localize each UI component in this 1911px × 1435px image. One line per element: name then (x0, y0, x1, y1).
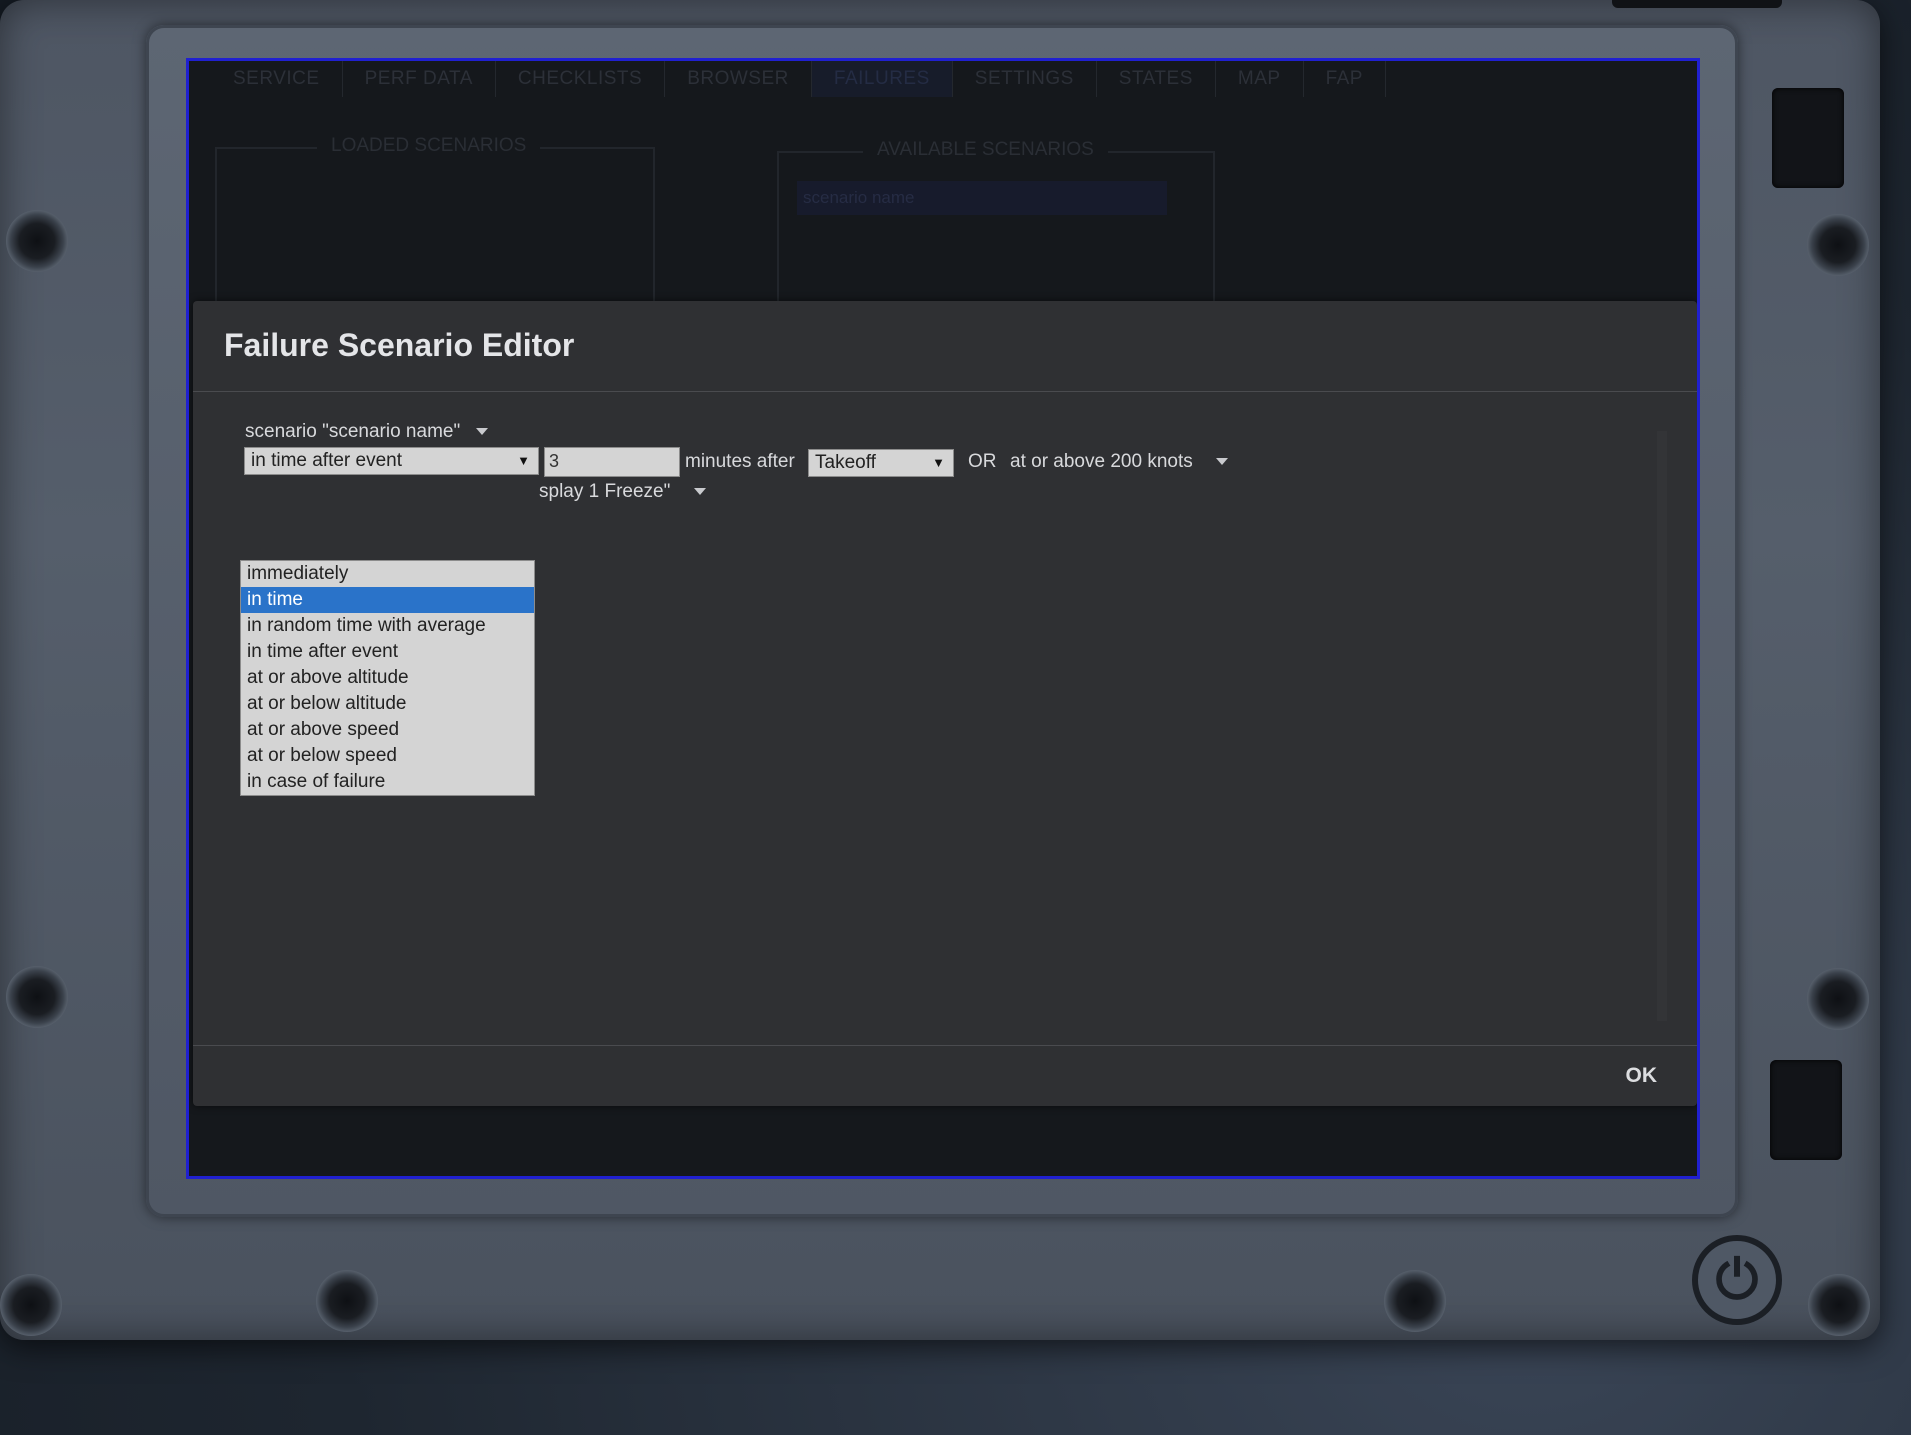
event-select-value: Takeoff (815, 452, 876, 473)
bezel-top-tab (1612, 0, 1782, 8)
dropdown-option[interactable]: at or below speed (241, 743, 534, 769)
loaded-scenarios-title: LOADED SCENARIOS (317, 135, 541, 157)
dropdown-option[interactable]: in case of failure (241, 769, 534, 795)
tab-browser[interactable]: BROWSER (665, 61, 812, 97)
tab-states[interactable]: STATES (1097, 61, 1216, 97)
screw-icon (1807, 968, 1869, 1030)
condition-select[interactable]: in time after event ▼ (244, 447, 539, 475)
top-navigation: SERVICE PERF DATA CHECKLISTS BROWSER FAI… (189, 61, 1697, 97)
ok-button[interactable]: OK (1626, 1064, 1658, 1088)
dropdown-option[interactable]: at or above speed (241, 717, 534, 743)
speed-condition[interactable]: at or above 200 knots (1010, 451, 1229, 473)
tab-settings[interactable]: SETTINGS (953, 61, 1097, 97)
caret-down-icon (1216, 458, 1229, 466)
scenario-label[interactable]: scenario "scenario name" (245, 421, 488, 443)
event-select[interactable]: Takeoff ▼ (808, 449, 954, 477)
screw-icon (1384, 1270, 1446, 1332)
screw-icon (6, 210, 68, 272)
select-arrow-icon: ▼ (517, 453, 530, 468)
power-icon[interactable]: ⏻ (1692, 1235, 1782, 1325)
bezel-slot (1772, 88, 1844, 188)
dropdown-option[interactable]: at or above altitude (241, 665, 534, 691)
caret-down-icon (475, 428, 488, 436)
speed-condition-text: at or above 200 knots (1010, 451, 1193, 472)
dialog-header: Failure Scenario Editor (193, 301, 1697, 392)
select-arrow-icon: ▼ (932, 455, 945, 470)
display-screen: SERVICE PERF DATA CHECKLISTS BROWSER FAI… (186, 58, 1700, 1179)
dialog-footer: OK (193, 1045, 1697, 1106)
tab-perf-data[interactable]: PERF DATA (343, 61, 496, 97)
tab-checklists[interactable]: CHECKLISTS (496, 61, 666, 97)
screw-icon (1807, 214, 1869, 276)
scenario-label-text: scenario "scenario name" (245, 421, 461, 442)
dropdown-option[interactable]: in random time with average (241, 613, 534, 639)
available-scenarios-title: AVAILABLE SCENARIOS (863, 139, 1108, 161)
screw-icon (1808, 1274, 1870, 1336)
dropdown-option[interactable]: in time after event (241, 639, 534, 665)
minutes-after-label: minutes after (685, 451, 795, 472)
screw-icon (0, 1274, 62, 1336)
available-scenario-item[interactable]: scenario name (797, 181, 1167, 215)
tab-service[interactable]: SERVICE (211, 61, 343, 97)
dropdown-option[interactable]: immediately (241, 561, 534, 587)
caret-down-icon (693, 488, 706, 496)
tab-fap[interactable]: FAP (1304, 61, 1386, 97)
dialog-title: Failure Scenario Editor (224, 327, 575, 363)
dialog-scrollbar[interactable] (1657, 431, 1667, 1021)
minutes-input[interactable]: 3 (544, 447, 680, 477)
screw-icon (6, 966, 68, 1028)
condition-select-value: in time after event (251, 450, 403, 471)
tab-failures[interactable]: FAILURES (811, 61, 953, 97)
dropdown-option[interactable]: at or below altitude (241, 691, 534, 717)
dropdown-option-selected[interactable]: in time (241, 587, 534, 613)
condition-dropdown-list[interactable]: immediately in time in random time with … (240, 560, 535, 796)
failure-label-text: splay 1 Freeze" (539, 481, 671, 502)
failure-label[interactable]: splay 1 Freeze" (539, 481, 706, 503)
or-label: OR (968, 451, 997, 472)
display-bezel: ⏻ SERVICE PERF DATA CHECKLISTS BROWSER F… (0, 0, 1880, 1340)
screw-icon (316, 1270, 378, 1332)
tab-map[interactable]: MAP (1216, 61, 1304, 97)
bezel-slot (1770, 1060, 1842, 1160)
